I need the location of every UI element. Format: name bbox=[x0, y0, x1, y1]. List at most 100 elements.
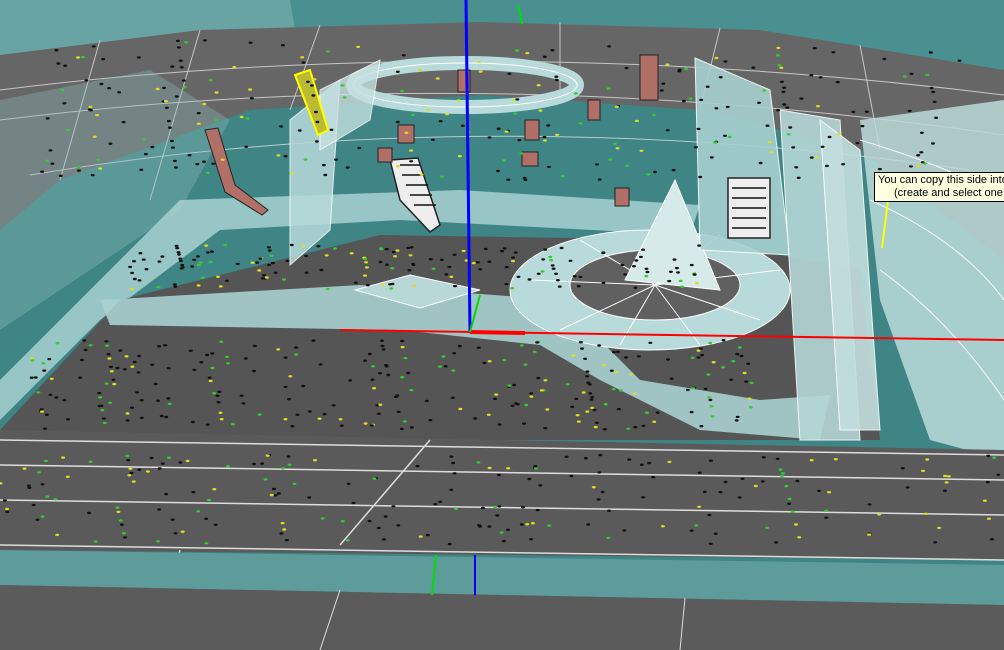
seat-dot bbox=[76, 166, 81, 169]
seat-dot bbox=[190, 265, 195, 268]
seat-dot bbox=[37, 471, 41, 474]
seat-dot bbox=[100, 408, 105, 412]
seat-dot bbox=[349, 252, 354, 255]
seat-dot bbox=[487, 525, 492, 528]
seat-dot bbox=[184, 41, 189, 44]
seat-dot bbox=[172, 283, 177, 286]
seat-dot bbox=[641, 424, 646, 428]
seat-dot bbox=[592, 408, 597, 412]
seat-dot bbox=[137, 279, 142, 282]
seat-dot bbox=[523, 363, 528, 366]
seat-dot bbox=[279, 532, 284, 535]
seat-dot bbox=[353, 281, 358, 284]
seat-dot bbox=[378, 403, 383, 406]
seat-dot bbox=[313, 459, 317, 462]
seat-dot bbox=[574, 397, 579, 401]
seat-dot bbox=[130, 287, 135, 291]
seat-dot bbox=[213, 523, 218, 526]
seat-dot bbox=[666, 358, 670, 361]
seat-dot bbox=[173, 532, 178, 535]
seat-dot bbox=[546, 124, 551, 127]
seat-dot bbox=[535, 341, 540, 344]
seat-dot bbox=[289, 172, 294, 175]
seat-dot bbox=[606, 536, 611, 540]
seat-dot bbox=[204, 542, 209, 545]
seat-dot bbox=[944, 481, 949, 484]
seat-dot bbox=[431, 267, 436, 270]
seat-dot bbox=[916, 164, 921, 168]
seat-dot bbox=[824, 516, 829, 519]
seat-dot bbox=[580, 347, 584, 350]
seat-dot bbox=[207, 376, 212, 379]
3d-viewport[interactable]: You can copy this side into (create and … bbox=[0, 0, 1004, 650]
seat-dot bbox=[665, 63, 670, 66]
seat-dot bbox=[477, 524, 482, 527]
speaker-array-right[interactable] bbox=[727, 177, 771, 239]
seat-dot bbox=[487, 260, 492, 263]
seat-dot bbox=[378, 372, 383, 375]
seat-dot bbox=[178, 259, 183, 263]
seat-dot bbox=[550, 264, 555, 267]
seat-dot bbox=[173, 166, 178, 169]
seat-dot bbox=[624, 356, 628, 359]
seat-dot bbox=[633, 286, 638, 289]
seat-dot bbox=[117, 91, 122, 94]
seat-dot bbox=[55, 533, 60, 537]
seat-dot bbox=[779, 80, 784, 84]
seat-dot bbox=[814, 156, 819, 159]
seat-dot bbox=[250, 261, 255, 264]
seat-dot bbox=[550, 49, 555, 52]
seat-dot bbox=[121, 532, 126, 535]
seat-dot bbox=[583, 457, 588, 460]
seat-dot bbox=[921, 469, 925, 473]
seat-dot bbox=[723, 60, 728, 63]
seat-dot bbox=[418, 535, 423, 538]
seat-dot bbox=[655, 411, 660, 414]
seat-dot bbox=[166, 367, 171, 370]
seat-dot bbox=[634, 259, 639, 262]
scene-canvas[interactable] bbox=[0, 0, 1004, 650]
seat-dot bbox=[769, 151, 774, 154]
seat-dot bbox=[473, 417, 478, 420]
seat-dot bbox=[639, 149, 644, 152]
seat-dot bbox=[395, 394, 400, 397]
seat-dot bbox=[818, 76, 823, 79]
seat-dot bbox=[407, 269, 412, 272]
seat-dot bbox=[124, 355, 129, 358]
seat-dot bbox=[218, 411, 223, 414]
seat-dot bbox=[718, 490, 723, 494]
seat-dot bbox=[782, 86, 787, 89]
seat-dot bbox=[746, 362, 751, 365]
seat-dot bbox=[672, 258, 677, 261]
seat-dot bbox=[820, 145, 825, 148]
seat-dot bbox=[797, 536, 802, 539]
seat-dot bbox=[31, 503, 36, 507]
seat-dot bbox=[381, 283, 386, 286]
seat-dot bbox=[384, 247, 389, 251]
seat-dot bbox=[925, 73, 930, 77]
seat-dot bbox=[753, 484, 758, 488]
seat-dot bbox=[149, 456, 154, 460]
seat-dot bbox=[451, 369, 456, 372]
seat-dot bbox=[305, 80, 310, 84]
seat-dot bbox=[494, 393, 499, 396]
seat-dot bbox=[175, 246, 180, 250]
seat-dot bbox=[371, 365, 376, 368]
seat-dot bbox=[58, 174, 63, 177]
seat-dot bbox=[693, 146, 698, 149]
seat-dot bbox=[49, 377, 54, 380]
seat-dot bbox=[80, 55, 85, 59]
seat-dot bbox=[105, 344, 110, 347]
seat-dot bbox=[65, 475, 70, 478]
seat-dot bbox=[619, 389, 623, 392]
seat-dot bbox=[88, 344, 93, 347]
seat-dot bbox=[762, 89, 767, 92]
seat-dot bbox=[689, 263, 694, 267]
seat-dot bbox=[775, 54, 780, 57]
seat-dot bbox=[708, 398, 713, 402]
seat-dot bbox=[713, 141, 717, 144]
seat-dot bbox=[66, 128, 71, 131]
seat-dot bbox=[130, 406, 134, 409]
seat-dot bbox=[219, 418, 224, 421]
seat-dot bbox=[206, 498, 211, 502]
